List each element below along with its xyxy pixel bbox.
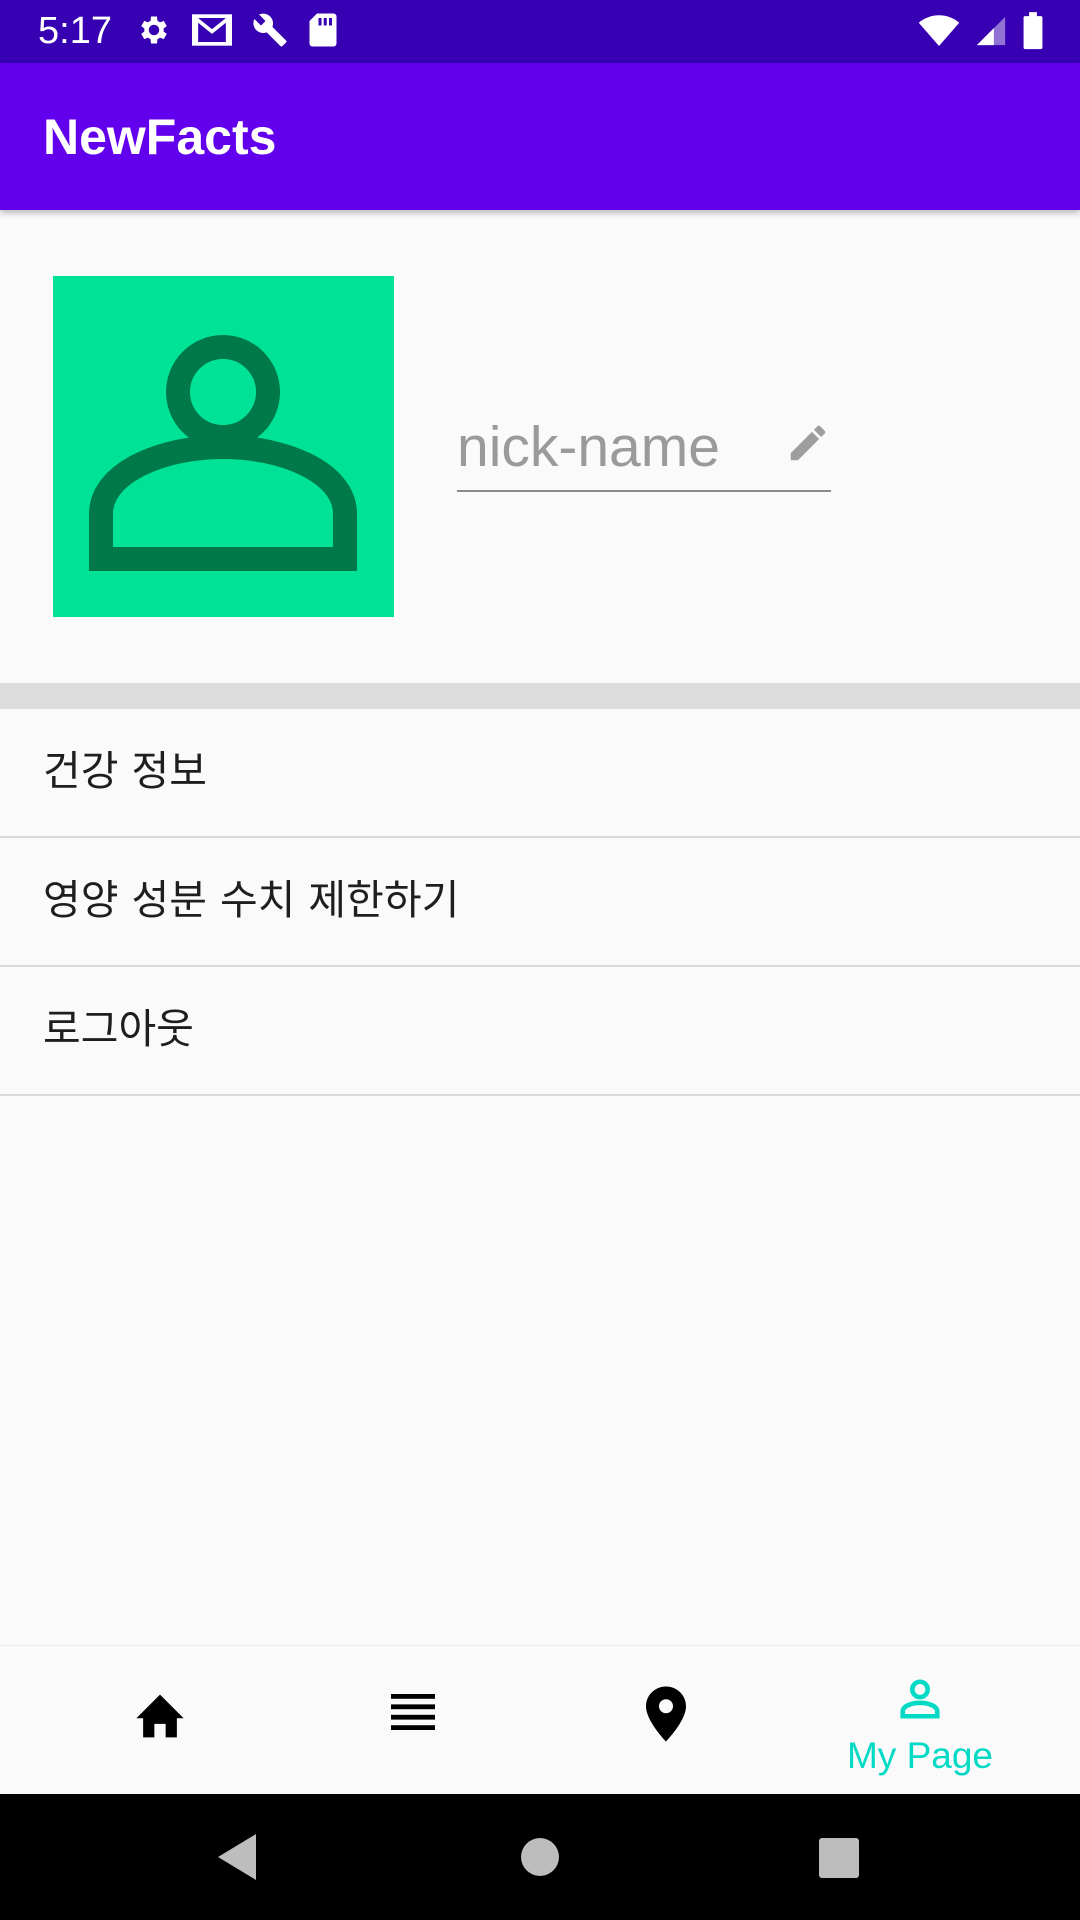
nickname-input[interactable] <box>457 412 777 482</box>
settings-icon <box>136 12 172 48</box>
sd-card-icon <box>308 12 338 48</box>
gmail-icon <box>192 12 232 48</box>
battery-icon <box>1022 12 1044 50</box>
status-right-icons <box>918 12 1044 50</box>
list-icon <box>391 1694 435 1730</box>
home-circle-icon[interactable] <box>516 1832 564 1886</box>
menu-item-label: 로그아웃 <box>43 1005 194 1053</box>
status-bar: 5:17 <box>0 0 1080 63</box>
section-divider <box>0 683 1080 709</box>
wrench-icon <box>252 12 288 48</box>
wifi-icon <box>918 13 960 49</box>
system-navigation-bar <box>0 1794 1080 1920</box>
nav-map[interactable] <box>531 1646 801 1795</box>
person-icon <box>89 335 357 571</box>
screen: 5:17 NewFacts nick-name 건강 정보 영양 성분 수치 제… <box>0 0 1080 1920</box>
recents-icon[interactable] <box>816 1832 862 1886</box>
home-icon <box>136 1694 184 1738</box>
bottom-navigation: My Page <box>0 1645 1080 1794</box>
status-time: 5:17 <box>38 10 112 52</box>
menu-item-label: 건강 정보 <box>43 747 207 795</box>
app-title: NewFacts <box>43 109 277 165</box>
nickname-field[interactable] <box>457 400 831 492</box>
menu-item-nutrient-limits[interactable]: 영양 성분 수치 제한하기 <box>0 838 1080 967</box>
app-bar: NewFacts <box>0 63 1080 210</box>
person-outline-icon <box>900 1679 940 1719</box>
status-left-icons <box>136 12 338 48</box>
back-icon[interactable] <box>216 1832 258 1886</box>
menu-item-logout[interactable]: 로그아웃 <box>0 967 1080 1096</box>
menu-list: 건강 정보 영양 성분 수치 제한하기 로그아웃 <box>0 709 1080 1096</box>
map-pin-icon <box>646 1686 686 1742</box>
cellular-signal-icon <box>974 13 1008 49</box>
menu-item-health-info[interactable]: 건강 정보 <box>0 709 1080 838</box>
nav-my-page[interactable]: My Page <box>785 1646 1055 1795</box>
menu-item-label: 영양 성분 수치 제한하기 <box>43 876 460 924</box>
nav-list[interactable] <box>278 1646 548 1795</box>
pencil-icon[interactable] <box>785 420 831 466</box>
profile-avatar[interactable] <box>53 276 394 617</box>
nav-home[interactable] <box>25 1646 295 1795</box>
nav-my-page-label: My Page <box>846 1735 993 1776</box>
